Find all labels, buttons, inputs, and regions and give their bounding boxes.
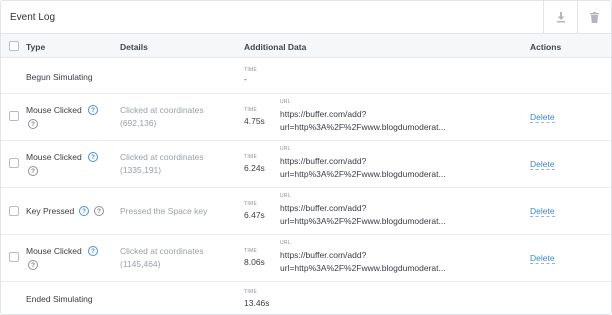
details-line: Clicked at coordinates xyxy=(120,152,204,162)
time-label: TIME xyxy=(244,154,258,160)
url-line: https://buffer.com/add? xyxy=(280,109,367,119)
details-line: Clicked at coordinates xyxy=(120,105,204,115)
time-label: TIME xyxy=(244,289,258,295)
help-icon[interactable]: ? xyxy=(79,206,89,216)
row-checkbox[interactable] xyxy=(9,206,19,216)
event-log-panel: Event Log Type Details Additional Data A… xyxy=(0,0,612,315)
details-coordinates: (1335,191) xyxy=(120,165,162,175)
row-checkbox[interactable] xyxy=(9,111,19,121)
row-checkbox[interactable] xyxy=(9,252,19,262)
event-url: https://buffer.com/add? url=http%3A%2F%2… xyxy=(280,249,446,275)
table-row: Key Pressed ? ? Pressed the Space key TI… xyxy=(1,189,611,235)
event-details: Clicked at coordinates (1145,464) xyxy=(120,245,204,271)
info-icon[interactable]: ? xyxy=(28,260,38,270)
event-time: - xyxy=(244,74,247,84)
event-type: Ended Simulating xyxy=(26,294,93,304)
url-line: https://buffer.com/add? xyxy=(280,156,367,166)
event-type: Key Pressed xyxy=(26,206,75,216)
details-coordinates: (1145,464) xyxy=(120,259,161,269)
delete-link[interactable]: Delete xyxy=(530,159,555,170)
event-type: Begun Simulating xyxy=(26,72,93,82)
event-time: 8.06s xyxy=(244,257,265,267)
event-time: 13.46s xyxy=(244,298,270,308)
row-checkbox[interactable] xyxy=(9,158,19,168)
table-row: Mouse Clicked ? ? Clicked at coordinates… xyxy=(1,142,611,188)
details-line: Pressed the Space key xyxy=(120,206,208,216)
table-row: Mouse Clicked ? ? Clicked at coordinates… xyxy=(1,236,611,282)
delete-link[interactable]: Delete xyxy=(530,253,555,264)
details-coordinates: (692,136) xyxy=(120,118,157,128)
url-line: url=http%3A%2F%2Fwww.blogdumoderat... xyxy=(280,263,446,273)
url-line: url=http%3A%2F%2Fwww.blogdumoderat... xyxy=(280,216,446,226)
url-label: URL xyxy=(280,193,291,199)
event-type: Mouse Clicked xyxy=(26,246,82,256)
url-label: URL xyxy=(280,146,291,152)
event-type: Mouse Clicked xyxy=(26,152,82,162)
download-icon xyxy=(556,11,565,22)
panel-header: Event Log xyxy=(1,1,611,34)
event-details: Clicked at coordinates (1335,191) xyxy=(120,151,204,177)
url-label: URL xyxy=(280,240,291,246)
info-icon[interactable]: ? xyxy=(94,206,104,216)
event-time: 4.75s xyxy=(244,116,265,126)
url-line: https://buffer.com/add? xyxy=(280,250,367,260)
table-row: Begun Simulating TIME - xyxy=(1,59,611,94)
event-url: https://buffer.com/add? url=http%3A%2F%2… xyxy=(280,202,446,228)
details-line: Clicked at coordinates xyxy=(120,246,204,256)
time-label: TIME xyxy=(244,107,258,113)
select-all-checkbox[interactable] xyxy=(9,41,19,51)
url-line: url=http%3A%2F%2Fwww.blogdumoderat... xyxy=(280,169,446,179)
help-icon[interactable]: ? xyxy=(88,152,98,162)
event-url: https://buffer.com/add? url=http%3A%2F%2… xyxy=(280,155,446,181)
column-details: Details xyxy=(120,42,148,52)
help-icon[interactable]: ? xyxy=(88,105,98,115)
download-button[interactable] xyxy=(543,1,577,33)
column-additional-data: Additional Data xyxy=(244,42,307,52)
time-label: TIME xyxy=(244,67,258,73)
info-icon[interactable]: ? xyxy=(28,166,38,176)
url-label: URL xyxy=(280,99,291,105)
url-line: https://buffer.com/add? xyxy=(280,203,367,213)
event-type: Mouse Clicked xyxy=(26,105,82,115)
table-header: Type Details Additional Data Actions xyxy=(1,34,611,58)
delete-link[interactable]: Delete xyxy=(530,112,555,123)
trash-icon xyxy=(590,11,599,23)
event-time: 6.47s xyxy=(244,210,265,220)
column-type: Type xyxy=(26,42,46,52)
event-time: 6.24s xyxy=(244,163,265,173)
delete-link[interactable]: Delete xyxy=(530,206,555,217)
event-details: Pressed the Space key xyxy=(120,205,207,218)
time-label: TIME xyxy=(244,201,258,207)
panel-title: Event Log xyxy=(10,12,56,23)
time-label: TIME xyxy=(244,248,258,254)
url-line: url=http%3A%2F%2Fwww.blogdumoderat... xyxy=(280,122,446,132)
table-row: Ended Simulating TIME 13.46s xyxy=(1,283,611,314)
column-actions: Actions xyxy=(530,42,562,52)
delete-all-button[interactable] xyxy=(577,1,611,33)
table-row: Mouse Clicked ? ? Clicked at coordinates… xyxy=(1,95,611,141)
event-url: https://buffer.com/add? url=http%3A%2F%2… xyxy=(280,108,446,134)
info-icon[interactable]: ? xyxy=(28,119,38,129)
event-details: Clicked at coordinates (692,136) xyxy=(120,104,204,130)
help-icon[interactable]: ? xyxy=(88,246,98,256)
